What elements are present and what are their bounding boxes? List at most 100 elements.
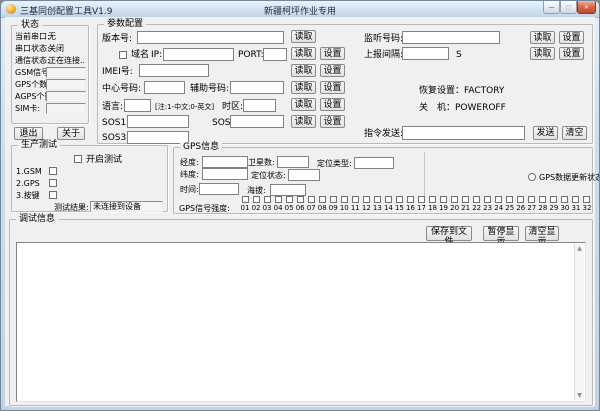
minimize-button[interactable]: — <box>543 1 560 14</box>
command-input[interactable] <box>402 126 525 140</box>
status-row-label: 当前串口: <box>15 32 50 42</box>
signal-checkbox[interactable] <box>286 196 293 203</box>
signal-checkbox[interactable] <box>242 196 249 203</box>
signal-checkbox[interactable] <box>462 196 469 203</box>
signal-checkbox[interactable] <box>550 196 557 203</box>
status-row-value: 正在连接.. <box>48 56 85 66</box>
signal-checkbox[interactable] <box>484 196 491 203</box>
server-set-button[interactable]: 设置 <box>320 47 345 60</box>
signal-unit: 06 <box>295 196 305 213</box>
signal-number: 23 <box>483 204 492 212</box>
aux-number-input[interactable] <box>230 81 284 94</box>
lang-read-button[interactable]: 读取 <box>291 98 316 111</box>
debug-scrollbar[interactable]: ▲ ▼ <box>574 244 584 400</box>
interval-input[interactable] <box>402 47 449 60</box>
signal-checkbox[interactable] <box>473 196 480 203</box>
signal-checkbox[interactable] <box>385 196 392 203</box>
sos-read-button[interactable]: 读取 <box>291 115 316 128</box>
version-input[interactable] <box>137 31 284 44</box>
number-set-button[interactable]: 设置 <box>320 81 345 94</box>
signal-checkbox[interactable] <box>561 196 568 203</box>
start-test-checkbox[interactable] <box>74 155 82 163</box>
signal-checkbox[interactable] <box>253 196 260 203</box>
sos2-input[interactable] <box>230 115 284 128</box>
signal-checkbox[interactable] <box>396 196 403 203</box>
signal-checkbox[interactable] <box>352 196 359 203</box>
test-item-checkbox[interactable] <box>49 191 57 199</box>
interval-read-button[interactable]: 读取 <box>530 47 555 60</box>
center-number-input[interactable] <box>144 81 185 94</box>
signal-checkbox[interactable] <box>572 196 579 203</box>
time-input[interactable] <box>199 183 239 195</box>
imei-read-button[interactable]: 读取 <box>291 64 316 77</box>
signal-checkbox[interactable] <box>330 196 337 203</box>
latitude-input[interactable] <box>202 168 248 180</box>
pause-display-button[interactable]: 暂停显示 <box>483 226 519 241</box>
maximize-button[interactable]: ▢ <box>560 1 577 14</box>
satellite-count-input[interactable] <box>277 156 309 168</box>
clear-display-button[interactable]: 清空显示 <box>525 226 559 241</box>
sos1-label: SOS1: <box>102 118 129 128</box>
interval-set-button[interactable]: 设置 <box>559 47 584 60</box>
test-item-checkbox[interactable] <box>49 167 57 175</box>
clear-command-button[interactable]: 清空 <box>562 126 587 140</box>
port-input[interactable] <box>263 48 287 61</box>
signal-checkbox[interactable] <box>341 196 348 203</box>
position-type-input[interactable] <box>354 157 394 169</box>
language-input[interactable] <box>124 99 151 112</box>
close-button[interactable]: ✕ <box>577 1 596 14</box>
test-item-checkbox[interactable] <box>49 179 57 187</box>
sos1-input[interactable] <box>127 115 189 128</box>
listen-set-button[interactable]: 设置 <box>559 31 584 44</box>
signal-checkbox[interactable] <box>495 196 502 203</box>
send-button[interactable]: 发送 <box>533 126 558 140</box>
scroll-down-icon[interactable]: ▼ <box>575 392 584 399</box>
signal-checkbox[interactable] <box>319 196 326 203</box>
signal-checkbox[interactable] <box>528 196 535 203</box>
signal-checkbox[interactable] <box>429 196 436 203</box>
position-status-input[interactable] <box>288 169 320 181</box>
altitude-input[interactable] <box>270 184 306 196</box>
scroll-up-icon[interactable]: ▲ <box>575 245 584 252</box>
listen-number-input[interactable] <box>402 31 500 44</box>
signal-checkbox[interactable] <box>308 196 315 203</box>
signal-number: 02 <box>252 204 261 212</box>
signal-checkbox[interactable] <box>506 196 513 203</box>
language-note: [注:1-中文;0-英文] <box>155 102 214 112</box>
param-group-title: 参数配置 <box>104 19 146 29</box>
signal-checkbox[interactable] <box>363 196 370 203</box>
debug-log-area[interactable]: ▲ ▼ <box>16 242 586 402</box>
maximize-icon: ▢ <box>566 4 572 11</box>
title-bar[interactable]: 三基同创配置工具V1.9 新疆柯坪作业专用 — ▢ ✕ <box>1 1 599 18</box>
signal-checkbox[interactable] <box>264 196 271 203</box>
longitude-input[interactable] <box>202 156 248 168</box>
signal-checkbox[interactable] <box>418 196 425 203</box>
sos-set-button[interactable]: 设置 <box>320 115 345 128</box>
about-button[interactable]: 关于 <box>57 127 85 140</box>
signal-checkbox[interactable] <box>539 196 546 203</box>
lang-set-button[interactable]: 设置 <box>320 98 345 111</box>
signal-unit: 03 <box>262 196 272 213</box>
imei-set-button[interactable]: 设置 <box>320 64 345 77</box>
imei-input[interactable] <box>139 64 209 77</box>
signal-checkbox[interactable] <box>297 196 304 203</box>
signal-unit: 02 <box>251 196 261 213</box>
domain-checkbox[interactable] <box>119 51 127 59</box>
signal-checkbox[interactable] <box>407 196 414 203</box>
signal-checkbox[interactable] <box>451 196 458 203</box>
gps-update-radio[interactable] <box>528 173 536 181</box>
timezone-input[interactable] <box>243 99 276 112</box>
ip-input[interactable] <box>163 48 234 61</box>
signal-checkbox[interactable] <box>440 196 447 203</box>
server-read-button[interactable]: 读取 <box>291 47 316 60</box>
version-read-button[interactable]: 读取 <box>291 30 316 43</box>
signal-checkbox[interactable] <box>583 196 590 203</box>
number-read-button[interactable]: 读取 <box>291 81 316 94</box>
signal-unit: 10 <box>339 196 349 213</box>
listen-read-button[interactable]: 读取 <box>530 31 555 44</box>
signal-checkbox[interactable] <box>374 196 381 203</box>
signal-checkbox[interactable] <box>517 196 524 203</box>
signal-checkbox[interactable] <box>275 196 282 203</box>
save-to-file-button[interactable]: 保存到文件 <box>426 226 472 241</box>
exit-button[interactable]: 退出 <box>14 127 43 140</box>
